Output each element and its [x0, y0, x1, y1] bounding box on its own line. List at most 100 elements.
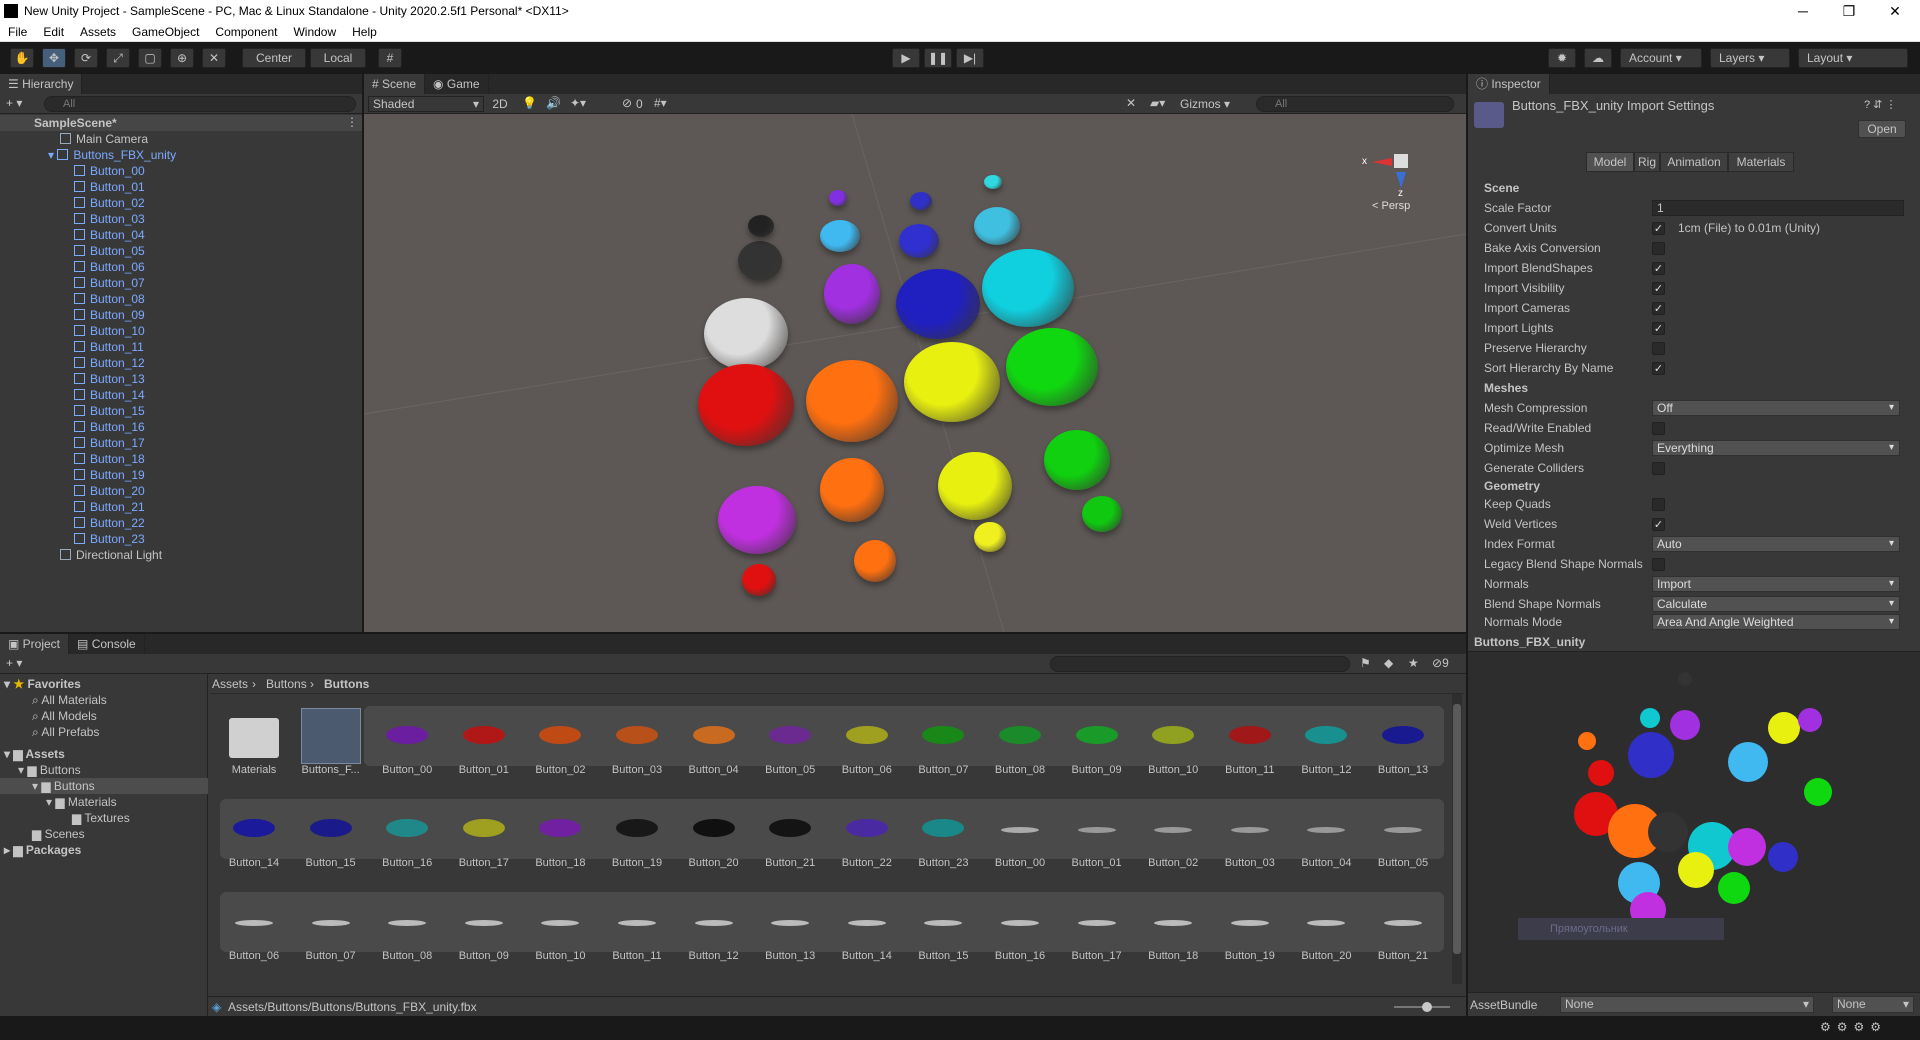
- mesh-compression-dropdown[interactable]: Off: [1652, 400, 1900, 416]
- asset-item[interactable]: Button_10: [522, 890, 598, 962]
- play-button[interactable]: ▶: [892, 48, 920, 68]
- asset-item[interactable]: Button_07: [293, 890, 369, 962]
- asset-item[interactable]: Button_19: [599, 797, 675, 869]
- asset-item[interactable]: Button_06: [216, 890, 292, 962]
- asset-item[interactable]: Button_15: [293, 797, 369, 869]
- generate-colliders-checkbox[interactable]: [1652, 458, 1665, 478]
- asset-item[interactable]: Button_08: [982, 704, 1058, 776]
- scale-tool-icon[interactable]: ⤢: [106, 48, 130, 68]
- hierarchy-item-button[interactable]: Button_04: [74, 227, 145, 243]
- hierarchy-item-button[interactable]: Button_12: [74, 355, 145, 371]
- asset-item[interactable]: Button_12: [676, 890, 752, 962]
- hierarchy-item-main-camera[interactable]: Main Camera: [60, 131, 148, 147]
- game-tab[interactable]: ◉ Game: [425, 74, 489, 94]
- hierarchy-item-button[interactable]: Button_05: [74, 243, 145, 259]
- asset-item[interactable]: Button_11: [1212, 704, 1288, 776]
- tab-rig[interactable]: Rig: [1634, 152, 1660, 172]
- tree-buttons-selected[interactable]: ▾ ▆ Buttons: [0, 778, 208, 794]
- button-mesh[interactable]: [982, 249, 1074, 327]
- asset-item[interactable]: Button_21: [1365, 890, 1441, 962]
- fav-all-models[interactable]: ⌕ All Models: [32, 708, 97, 724]
- camera-icon[interactable]: ▰▾: [1150, 96, 1165, 110]
- lighting-icon[interactable]: 💡: [522, 96, 537, 110]
- asset-item[interactable]: Button_05: [1365, 797, 1441, 869]
- hidden-objects-icon[interactable]: ⊘: [622, 96, 632, 110]
- project-search-input[interactable]: [1050, 656, 1350, 672]
- cloud-icon[interactable]: ☁: [1584, 48, 1612, 68]
- favorites-item[interactable]: ▾ ★ Favorites: [4, 676, 81, 692]
- persp-label[interactable]: < Persp: [1372, 200, 1410, 212]
- asset-item[interactable]: Button_05: [752, 704, 828, 776]
- hierarchy-item-button[interactable]: Button_01: [74, 179, 145, 195]
- asset-item[interactable]: Button_00: [982, 797, 1058, 869]
- menu-file[interactable]: File: [0, 25, 35, 39]
- asset-item[interactable]: Button_17: [446, 797, 522, 869]
- gizmo-x-icon[interactable]: [1372, 158, 1392, 166]
- inspector-tab[interactable]: ⓘ Inspector: [1468, 74, 1550, 94]
- gizmos-dropdown[interactable]: Gizmos ▾: [1180, 96, 1248, 112]
- rect-tool-icon[interactable]: ▢: [138, 48, 162, 68]
- asset-item[interactable]: Button_20: [676, 797, 752, 869]
- hand-tool-icon[interactable]: ✋: [10, 48, 34, 68]
- sort-hierarchy-checkbox[interactable]: ✓: [1652, 358, 1665, 378]
- menu-window[interactable]: Window: [285, 25, 344, 39]
- open-button[interactable]: Open: [1858, 120, 1906, 138]
- hidden-packages-icon[interactable]: ⊘9: [1432, 656, 1449, 670]
- thumbnail-size-slider[interactable]: [1394, 1002, 1450, 1012]
- button-mesh[interactable]: [698, 364, 794, 446]
- keep-quads-checkbox[interactable]: [1652, 494, 1665, 514]
- asset-item[interactable]: Button_09: [1059, 704, 1135, 776]
- menu-gameobject[interactable]: GameObject: [124, 25, 207, 39]
- hierarchy-item-button[interactable]: Button_09: [74, 307, 145, 323]
- 2d-toggle[interactable]: 2D: [488, 96, 512, 112]
- favorite-icon[interactable]: ★: [1408, 656, 1419, 670]
- hierarchy-item-light[interactable]: Directional Light: [60, 547, 162, 563]
- optimize-mesh-dropdown[interactable]: Everything: [1652, 440, 1900, 456]
- asset-item[interactable]: Button_00: [369, 704, 445, 776]
- normals-dropdown[interactable]: Import: [1652, 576, 1900, 592]
- button-mesh[interactable]: [829, 190, 847, 206]
- button-mesh[interactable]: [974, 522, 1006, 552]
- button-mesh[interactable]: [910, 192, 932, 210]
- step-button[interactable]: ▶|: [956, 48, 984, 68]
- hierarchy-item-button[interactable]: Button_15: [74, 403, 145, 419]
- menu-assets[interactable]: Assets: [72, 25, 124, 39]
- hierarchy-item-button[interactable]: Button_07: [74, 275, 145, 291]
- asset-item[interactable]: Button_02: [522, 704, 598, 776]
- blend-normals-dropdown[interactable]: Calculate: [1652, 596, 1900, 612]
- packages-root[interactable]: ▸ ▆ Packages: [4, 842, 81, 858]
- asset-item[interactable]: Button_13: [752, 890, 828, 962]
- hierarchy-item-button[interactable]: Button_23: [74, 531, 145, 547]
- asset-item[interactable]: Button_06: [829, 704, 905, 776]
- asset-item[interactable]: Button_01: [446, 704, 522, 776]
- hierarchy-item-root[interactable]: ▾ Buttons_FBX_unity: [48, 147, 176, 163]
- import-cameras-checkbox[interactable]: ✓: [1652, 298, 1665, 318]
- create-button[interactable]: + ▾: [6, 96, 22, 110]
- hierarchy-item-button[interactable]: Button_10: [74, 323, 145, 339]
- asset-item[interactable]: Button_21: [752, 797, 828, 869]
- assetbundle-variant-dropdown[interactable]: None ▾: [1832, 996, 1914, 1013]
- layout-dropdown[interactable]: Layout ▾: [1798, 48, 1908, 68]
- tools-icon[interactable]: ✕: [1126, 96, 1136, 110]
- gizmo-center-icon[interactable]: [1394, 154, 1408, 168]
- hierarchy-item-button[interactable]: Button_14: [74, 387, 145, 403]
- hierarchy-item-button[interactable]: Button_11: [74, 339, 144, 355]
- asset-item[interactable]: Button_14: [216, 797, 292, 869]
- hierarchy-item-button[interactable]: Button_22: [74, 515, 145, 531]
- fav-all-prefabs[interactable]: ⌕ All Prefabs: [32, 724, 99, 740]
- asset-item[interactable]: Button_08: [369, 890, 445, 962]
- tab-model[interactable]: Model: [1586, 152, 1634, 172]
- grid-snap-icon[interactable]: #: [378, 48, 402, 68]
- button-mesh[interactable]: [854, 540, 896, 582]
- crumb-buttons[interactable]: Buttons: [266, 677, 307, 691]
- scene-search-input[interactable]: All: [1256, 96, 1454, 112]
- hierarchy-item-button[interactable]: Button_02: [74, 195, 145, 211]
- close-button[interactable]: ✕: [1872, 0, 1918, 22]
- asset-item[interactable]: Button_09: [446, 890, 522, 962]
- asset-item[interactable]: Button_04: [676, 704, 752, 776]
- status-icons[interactable]: ⚙⚙⚙⚙: [1820, 1020, 1887, 1034]
- asset-item[interactable]: Button_13: [1365, 704, 1441, 776]
- menu-edit[interactable]: Edit: [35, 25, 72, 39]
- hierarchy-item-button[interactable]: Button_16: [74, 419, 145, 435]
- button-mesh[interactable]: [1082, 496, 1122, 532]
